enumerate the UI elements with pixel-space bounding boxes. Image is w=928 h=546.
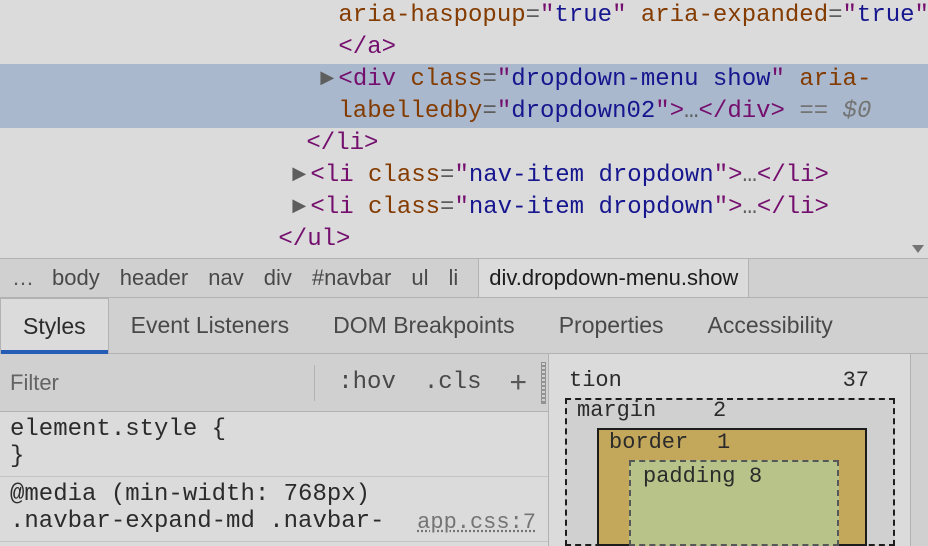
dollar-zero: == $0 xyxy=(799,98,871,125)
attr-value: true xyxy=(554,2,612,29)
breadcrumb-item[interactable]: div xyxy=(264,265,312,291)
rule-selector[interactable]: .navbar-expand-md .navbar- xyxy=(10,508,384,535)
close-tag: li xyxy=(786,162,815,189)
styles-filter-input[interactable] xyxy=(0,370,304,396)
sidebar-tabs: Styles Event Listeners DOM Breakpoints P… xyxy=(0,298,928,354)
breadcrumb: … body header nav div #navbar ul li div.… xyxy=(0,258,928,298)
dom-line[interactable]: </ul> xyxy=(0,224,928,256)
breadcrumb-item-selected[interactable]: div.dropdown-menu.show xyxy=(478,259,749,297)
breadcrumb-ellipsis[interactable]: … xyxy=(0,265,52,291)
close-tag: ul xyxy=(307,226,336,253)
box-model-position: tion 37 xyxy=(569,368,869,393)
attr-value: dropdown02 xyxy=(511,98,655,125)
breadcrumb-item[interactable]: li xyxy=(448,265,478,291)
dom-line[interactable]: </a> xyxy=(0,32,928,64)
tab-accessibility[interactable]: Accessibility xyxy=(686,298,855,353)
box-model-panel: tion 37 margin 2 border 1 padding 8 xyxy=(548,354,928,546)
expand-icon[interactable]: ▶ xyxy=(292,191,310,223)
open-tag: li xyxy=(325,162,354,189)
padding-label: padding xyxy=(643,464,735,489)
rule-source-link[interactable]: app.css:7 xyxy=(417,510,536,535)
border-value[interactable]: 1 xyxy=(717,430,730,455)
toolbar-grip-icon xyxy=(541,362,546,404)
close-tag: a xyxy=(367,34,381,61)
dom-line-selected[interactable]: labelledby="dropdown02">…</div> == $0 xyxy=(0,96,928,128)
attr-value: nav-item dropdown xyxy=(469,162,714,189)
tab-dom-breakpoints[interactable]: DOM Breakpoints xyxy=(311,298,537,353)
position-label: tion xyxy=(569,368,622,393)
attr-name: class xyxy=(410,66,482,93)
dom-line-selected[interactable]: ▶<div class="dropdown-menu show" aria- xyxy=(0,64,928,96)
dom-line[interactable]: ▶<li class="nav-item dropdown">…</li> xyxy=(0,192,928,224)
tab-event-listeners[interactable]: Event Listeners xyxy=(109,298,312,353)
expand-icon[interactable]: ▶ xyxy=(292,159,310,191)
overlay-cutout xyxy=(0,412,548,488)
margin-value[interactable]: 2 xyxy=(713,398,726,423)
hov-toggle[interactable]: :hov xyxy=(324,369,410,396)
breadcrumb-item[interactable]: header xyxy=(120,265,209,291)
breadcrumb-item[interactable]: body xyxy=(52,265,120,291)
position-value[interactable]: 37 xyxy=(843,368,869,393)
breadcrumb-item[interactable]: ul xyxy=(411,265,448,291)
styles-toolbar: :hov .cls + xyxy=(0,354,548,412)
cls-toggle[interactable]: .cls xyxy=(410,369,496,396)
scroll-down-icon[interactable] xyxy=(908,240,928,258)
box-model-margin[interactable]: margin 2 border 1 padding 8 xyxy=(565,398,895,546)
attr-name: labelledby xyxy=(338,98,482,125)
tab-properties[interactable]: Properties xyxy=(537,298,686,353)
attr-name: aria-haspopup xyxy=(338,2,525,29)
attr-value: nav-item dropdown xyxy=(469,194,714,221)
close-tag: li xyxy=(335,130,364,157)
box-model-border[interactable]: border 1 padding 8 xyxy=(597,428,867,546)
attr-name: aria-expanded xyxy=(641,2,828,29)
border-label: border xyxy=(609,430,688,455)
expand-icon[interactable]: ▶ xyxy=(320,63,338,95)
dom-line[interactable]: aria-haspopup="true" aria-expanded="true… xyxy=(0,0,928,32)
open-tag: li xyxy=(325,194,354,221)
dom-tree-panel[interactable]: aria-haspopup="true" aria-expanded="true… xyxy=(0,0,928,258)
close-tag: li xyxy=(786,194,815,221)
attr-value: dropdown-menu show xyxy=(511,66,770,93)
scrollbar[interactable] xyxy=(910,354,928,546)
tab-styles[interactable]: Styles xyxy=(0,298,109,353)
dom-line[interactable]: </li> xyxy=(0,128,928,160)
box-model-padding[interactable]: padding 8 xyxy=(629,460,839,546)
open-tag: div xyxy=(353,66,396,93)
margin-label: margin xyxy=(577,398,656,423)
breadcrumb-item[interactable]: nav xyxy=(208,265,263,291)
attr-name: class xyxy=(368,194,440,221)
close-tag: div xyxy=(727,98,770,125)
dom-line[interactable]: ▶<li class="nav-item dropdown">…</li> xyxy=(0,160,928,192)
padding-value[interactable]: 8 xyxy=(749,464,762,489)
breadcrumb-item[interactable]: #navbar xyxy=(312,265,412,291)
attr-value: true xyxy=(857,2,915,29)
attr-name: aria- xyxy=(799,66,871,93)
new-style-rule-button[interactable]: + xyxy=(495,368,541,398)
attr-name: class xyxy=(368,162,440,189)
